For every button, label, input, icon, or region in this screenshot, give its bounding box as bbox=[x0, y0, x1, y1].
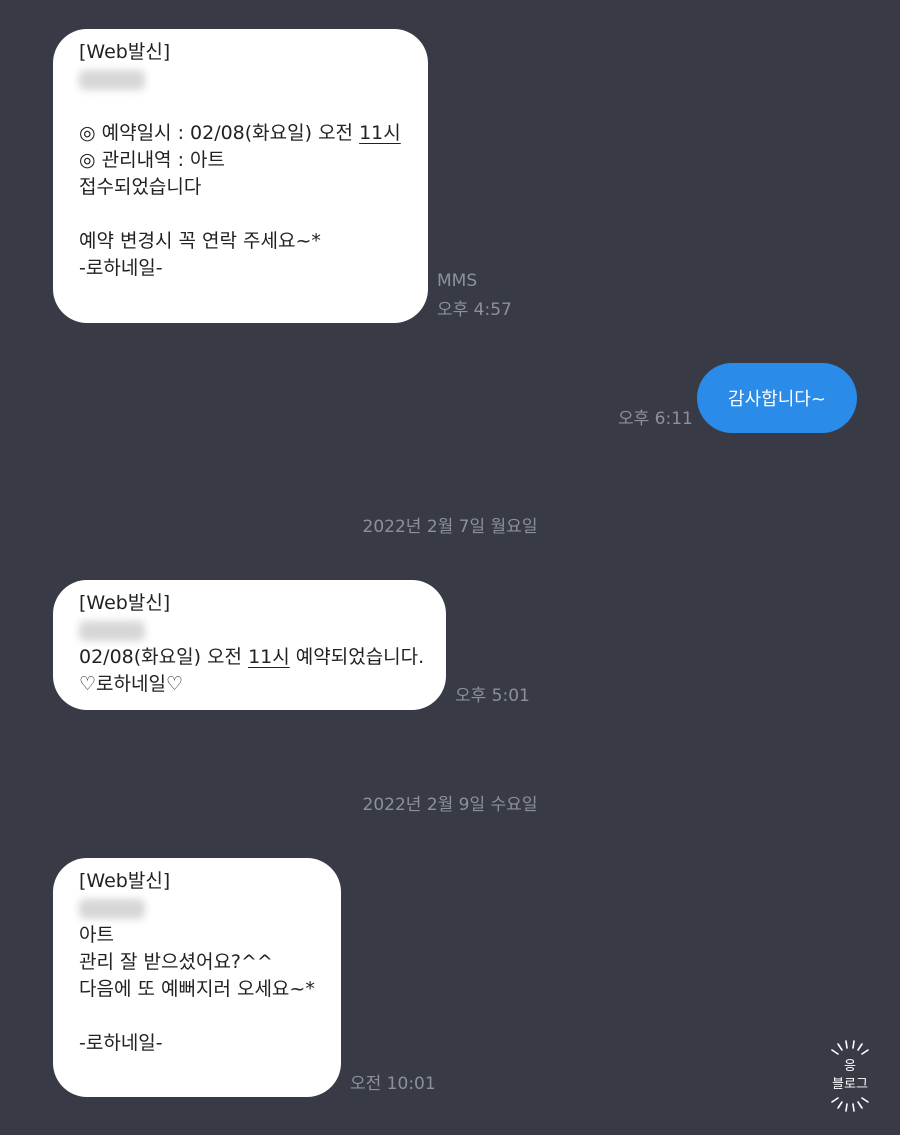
date-separator: 2022년 2월 9일 수요일 bbox=[362, 795, 538, 815]
message-header: [Web발신] bbox=[79, 41, 171, 63]
confirmation-line: 접수되었습니다 bbox=[79, 176, 202, 198]
message-time: 오전 10:01 bbox=[350, 1074, 436, 1094]
question-line: 관리 잘 받으셨어요?^^ bbox=[79, 951, 273, 973]
message-bubble-3[interactable]: [Web발신] 아트 관리 잘 받으셨어요?^^ 다음에 또 예뻐지러 오세요~… bbox=[53, 858, 341, 1097]
message-type-label: MMS bbox=[437, 271, 478, 291]
sent-message-bubble[interactable]: 감사합니다~ bbox=[697, 363, 857, 433]
message-header: [Web발신] bbox=[79, 870, 171, 892]
message-time: 오후 5:01 bbox=[455, 686, 530, 706]
signature-line: -로하네일- bbox=[79, 1032, 163, 1054]
message-time: 오후 4:57 bbox=[437, 300, 512, 320]
time-link[interactable]: 11시 bbox=[248, 646, 290, 668]
invitation-line: 다음에 또 예뻐지러 오세요~* bbox=[79, 978, 315, 1000]
watermark-line-1: 응 bbox=[844, 1059, 856, 1074]
signature-line: -로하네일- bbox=[79, 257, 163, 279]
message-time: 오후 6:11 bbox=[618, 409, 693, 429]
signature-line: ♡로하네일♡ bbox=[79, 673, 183, 695]
message-bubble-1[interactable]: [Web발신] ◎ 예약일시 : 02/08(화요일) 오전 11시 ◎ 관리내… bbox=[53, 29, 428, 323]
sender-name-blurred bbox=[79, 621, 145, 641]
blog-watermark: 응 블로그 bbox=[818, 1036, 882, 1118]
sent-message-text: 감사합니다~ bbox=[728, 389, 826, 410]
time-link[interactable]: 11시 bbox=[359, 122, 401, 144]
sender-name-blurred bbox=[79, 70, 145, 90]
service-line: ◎ 관리내역 : 아트 bbox=[79, 149, 225, 171]
date-separator: 2022년 2월 7일 월요일 bbox=[362, 517, 538, 537]
change-notice-line: 예약 변경시 꼭 연락 주세요~* bbox=[79, 230, 321, 252]
message-bubble-2[interactable]: [Web발신] 02/08(화요일) 오전 11시 예약되었습니다. ♡로하네일… bbox=[53, 580, 446, 710]
reservation-datetime-line: ◎ 예약일시 : 02/08(화요일) 오전 11시 bbox=[79, 122, 401, 144]
reservation-line: 02/08(화요일) 오전 11시 예약되었습니다. bbox=[79, 646, 425, 668]
service-line: 아트 bbox=[79, 924, 114, 946]
sender-name-blurred bbox=[79, 899, 145, 919]
message-header: [Web발신] bbox=[79, 592, 171, 614]
watermark-line-2: 블로그 bbox=[832, 1077, 868, 1092]
